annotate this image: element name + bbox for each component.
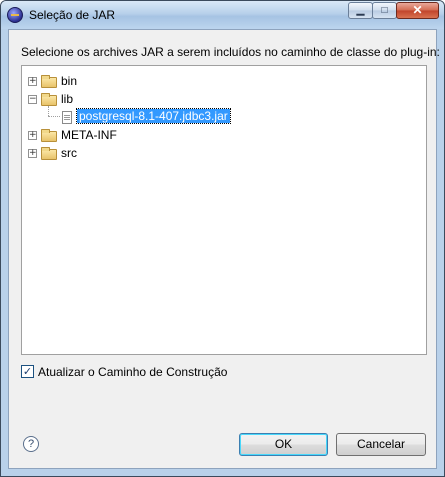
folder-open-icon [41,93,57,106]
tree-item-lib[interactable]: − lib [28,91,148,107]
collapse-icon[interactable]: − [28,95,37,104]
tree-item-label-selected: postgresql-8.1-407.jdbc3.jar [76,108,231,124]
close-button[interactable]: ✕ [396,2,439,19]
title-bar[interactable]: Seleção de JAR ▁ □ ✕ [1,1,444,29]
folder-icon [41,129,57,142]
expand-icon[interactable]: + [28,149,37,158]
expand-icon[interactable]: + [28,77,37,86]
tree-item-label: lib [61,92,74,106]
cancel-button[interactable]: Cancelar [336,433,426,456]
tree-item-src[interactable]: + src [28,145,148,161]
folder-icon [41,147,57,160]
tree-item-label: bin [61,74,78,88]
dialog-window: Seleção de JAR ▁ □ ✕ Selecione os archiv… [0,0,445,477]
instruction-text: Selecione os archives JAR a serem incluí… [21,45,440,59]
minimize-button[interactable]: ▁ [348,2,373,19]
tree-item-jar[interactable]: postgresql-8.1-407.jdbc3.jar [62,108,262,125]
folder-icon [41,75,57,88]
eclipse-icon [7,7,23,23]
jar-tree[interactable]: + bin − lib postgresql-8.1-407.jdbc3.jar… [21,65,427,355]
update-build-path-label[interactable]: Atualizar o Caminho de Construção [38,365,227,379]
help-icon[interactable]: ? [23,436,39,452]
expand-icon[interactable]: + [28,131,37,140]
tree-item-label: META-INF [61,128,117,142]
tree-item-meta-inf[interactable]: + META-INF [28,127,168,143]
tree-item-bin[interactable]: + bin [28,73,148,89]
tree-connector [48,116,60,117]
update-build-path-checkbox[interactable]: ✓ [21,365,34,378]
tree-connector [48,106,49,116]
ok-button[interactable]: OK [239,433,328,456]
maximize-button[interactable]: □ [372,2,397,19]
dialog-body: Selecione os archives JAR a serem incluí… [8,29,440,469]
window-title: Seleção de JAR [29,8,116,22]
tree-item-label: src [61,146,77,160]
jar-file-icon [62,111,72,124]
